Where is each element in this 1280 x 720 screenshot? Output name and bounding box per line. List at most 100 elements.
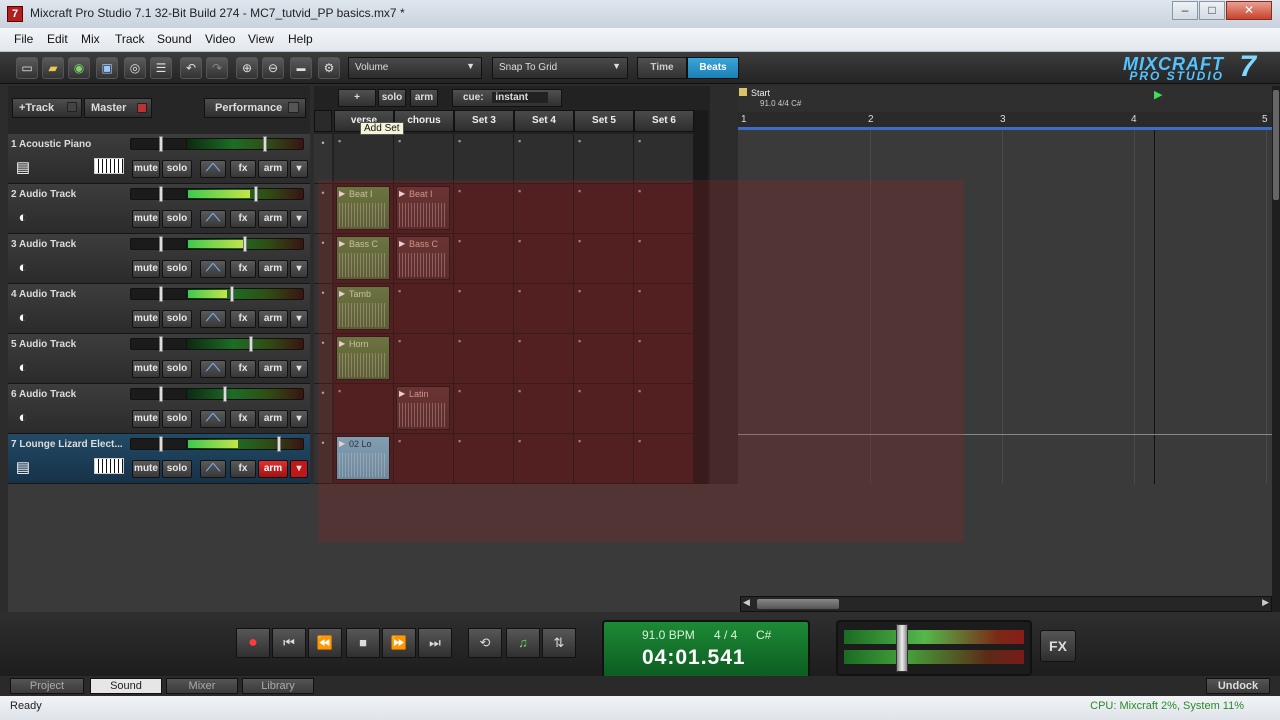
- undock-button[interactable]: Undock: [1206, 678, 1270, 694]
- mute-button[interactable]: mute: [132, 360, 160, 378]
- envelope-icon[interactable]: ⟋⟍: [200, 410, 226, 428]
- slot-trigger-icon[interactable]: ▪: [518, 136, 521, 146]
- track-menu-icon[interactable]: ▾: [290, 360, 308, 378]
- pan-handle[interactable]: [277, 436, 281, 452]
- keyboard-icon[interactable]: [94, 158, 124, 174]
- clip-slot[interactable]: ▪: [514, 184, 574, 234]
- tab-mixer[interactable]: Mixer: [166, 678, 238, 694]
- new-file-icon[interactable]: ▭: [16, 57, 38, 79]
- undo-icon[interactable]: ↶: [180, 57, 202, 79]
- envelope-icon[interactable]: ⟋⟍: [200, 260, 226, 278]
- clip-slot[interactable]: ▪: [514, 284, 574, 334]
- add-set-button[interactable]: +: [338, 89, 376, 107]
- track-header[interactable]: 2 Audio Track ◐ mute solo ⟋⟍ fx arm ▾: [8, 184, 310, 234]
- maximize-button[interactable]: □: [1199, 1, 1225, 20]
- envelope-icon[interactable]: ⟋⟍: [200, 210, 226, 228]
- slot-trigger-icon[interactable]: ▪: [518, 236, 521, 246]
- slot-trigger-icon[interactable]: ▪: [638, 436, 641, 446]
- clip[interactable]: ▶ Bass C: [396, 236, 450, 280]
- track-name[interactable]: 3 Audio Track: [11, 239, 131, 250]
- metronome-icon[interactable]: ♫: [506, 628, 540, 658]
- clip-slot[interactable]: ▪: [514, 334, 574, 384]
- clip-slot[interactable]: ▪: [514, 434, 574, 484]
- clip-slot[interactable]: ▪: [574, 334, 634, 384]
- fx-button[interactable]: fx: [230, 210, 256, 228]
- track-volume-slider[interactable]: [130, 286, 188, 302]
- launcher-solo-button[interactable]: solo: [378, 89, 406, 107]
- clip-slot[interactable]: ▪: [454, 134, 514, 184]
- clip[interactable]: ▶ Latin: [396, 386, 450, 430]
- pan-handle[interactable]: [263, 136, 267, 152]
- slot-trigger-icon[interactable]: ▪: [398, 436, 401, 446]
- record-icon[interactable]: ●: [236, 628, 270, 658]
- track-stop-trigger[interactable]: •: [314, 134, 332, 184]
- track-header[interactable]: 7 Lounge Lizard Elect... ▤ mute solo ⟋⟍ fx arm…: [8, 434, 310, 484]
- scroll-right-icon[interactable]: ▶: [1262, 597, 1269, 608]
- launcher-arm-button[interactable]: arm: [410, 89, 438, 107]
- fx-button[interactable]: fx: [230, 360, 256, 378]
- play-clip-icon[interactable]: ▶: [339, 339, 345, 348]
- skip-forward-icon[interactable]: ⏭: [418, 628, 452, 658]
- start-marker-label[interactable]: Start: [751, 88, 770, 98]
- arm-button[interactable]: arm: [258, 160, 288, 178]
- solo-button[interactable]: solo: [162, 310, 192, 328]
- slot-trigger-icon[interactable]: ▪: [638, 236, 641, 246]
- add-track-button[interactable]: +Track: [12, 98, 82, 118]
- menu-sound[interactable]: Sound: [155, 32, 194, 46]
- automation-line[interactable]: [738, 434, 1272, 435]
- fast-forward-icon[interactable]: ⏩: [382, 628, 416, 658]
- zoom-out-icon[interactable]: ⊖: [262, 57, 284, 79]
- pan-handle[interactable]: [230, 286, 234, 302]
- track-stop-trigger[interactable]: •: [314, 334, 332, 384]
- clip-slot[interactable]: ▪: [514, 384, 574, 434]
- clip-slot[interactable]: ▪: [454, 234, 514, 284]
- clip-slot[interactable]: ▪: [574, 384, 634, 434]
- bpm-display[interactable]: 91.0 BPM: [642, 628, 695, 642]
- solo-button[interactable]: solo: [162, 260, 192, 278]
- fx-button[interactable]: fx: [230, 310, 256, 328]
- slot-trigger-icon[interactable]: ▪: [458, 336, 461, 346]
- slot-trigger-icon[interactable]: ▪: [638, 386, 641, 396]
- launcher-scroll[interactable]: [694, 110, 708, 484]
- track-volume-slider[interactable]: [130, 186, 188, 202]
- solo-button[interactable]: solo: [162, 410, 192, 428]
- slot-trigger-icon[interactable]: ▪: [578, 386, 581, 396]
- open-folder-icon[interactable]: ▰: [42, 57, 64, 79]
- clip-slot[interactable]: ▪: [394, 334, 454, 384]
- clip-slot[interactable]: ▪: [574, 184, 634, 234]
- slot-trigger-icon[interactable]: ▪: [338, 386, 341, 396]
- slider-handle[interactable]: [159, 136, 163, 152]
- vertical-scrollbar[interactable]: [1272, 86, 1280, 612]
- slot-trigger-icon[interactable]: ▪: [518, 336, 521, 346]
- slot-trigger-icon[interactable]: ▪: [578, 436, 581, 446]
- track-name[interactable]: 1 Acoustic Piano: [11, 139, 131, 150]
- envelope-icon[interactable]: ⟋⟍: [200, 310, 226, 328]
- slot-trigger-icon[interactable]: ▪: [458, 436, 461, 446]
- horizontal-scrollbar[interactable]: ◀ ▶: [740, 596, 1272, 612]
- clip-slot[interactable]: ▪: [634, 234, 694, 284]
- clip-slot[interactable]: ▪: [454, 384, 514, 434]
- clip-slot[interactable]: ▪: [574, 134, 634, 184]
- arm-button[interactable]: arm: [258, 310, 288, 328]
- clip-slot[interactable]: ▪: [454, 184, 514, 234]
- slot-trigger-icon[interactable]: ▪: [398, 286, 401, 296]
- track-stop-trigger[interactable]: •: [314, 184, 332, 234]
- loop-end-icon[interactable]: ▶: [1154, 88, 1162, 101]
- pan-handle[interactable]: [223, 386, 227, 402]
- master-volume-fader[interactable]: [896, 624, 908, 672]
- slider-handle[interactable]: [159, 286, 163, 302]
- track-stop-trigger[interactable]: •: [314, 234, 332, 284]
- slot-trigger-icon[interactable]: ▪: [398, 136, 401, 146]
- slot-trigger-icon[interactable]: ▪: [578, 136, 581, 146]
- arm-button[interactable]: arm: [258, 460, 288, 478]
- loop-icon[interactable]: ⟲: [468, 628, 502, 658]
- clip-slot[interactable]: ▪: [634, 334, 694, 384]
- minimize-button[interactable]: –: [1172, 1, 1198, 20]
- record-settings-icon[interactable]: ◎: [124, 57, 146, 79]
- clip-slot[interactable]: ▪: [394, 284, 454, 334]
- track-menu-icon[interactable]: ▾: [290, 410, 308, 428]
- clip-slot[interactable]: ▪: [634, 384, 694, 434]
- set-header[interactable]: Set 4: [514, 110, 574, 132]
- track-menu-icon[interactable]: ▾: [290, 310, 308, 328]
- slider-handle[interactable]: [159, 386, 163, 402]
